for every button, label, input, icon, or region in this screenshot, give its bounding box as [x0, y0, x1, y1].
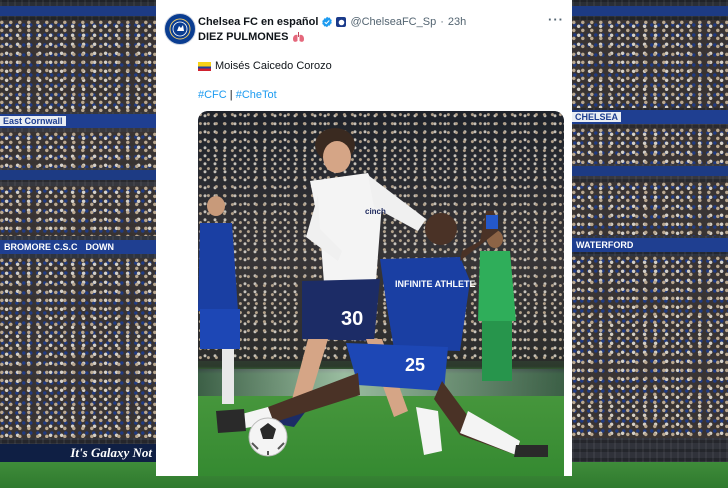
ecuador-flag-icon — [198, 61, 211, 71]
left-crowd-upper — [0, 20, 156, 112]
hashtag-chetot[interactable]: #CheTot — [236, 89, 277, 101]
left-roofline-2 — [0, 170, 156, 180]
right-crowd-upper — [572, 20, 728, 108]
lungs-icon — [293, 31, 305, 42]
right-board-1: CHELSEA — [572, 110, 728, 124]
left-crowd-lower — [0, 186, 156, 236]
match-action-illustration: cinch 30 INFINITE ATHLETE 25 — [198, 128, 548, 457]
left-stand: East Cornwall BROMORE C.S.C DOWN It's Gal… — [0, 0, 156, 488]
left-board-1: East Cornwall — [0, 114, 156, 128]
right-board-2: WATERFORD — [572, 238, 728, 252]
background-goalkeeper — [478, 230, 516, 381]
separator-dot: · — [440, 16, 444, 28]
tweet-text-line1: DIEZ PULMONES — [198, 31, 305, 43]
right-crowd-lower — [572, 182, 728, 236]
svg-text:INFINITE ATHLETE: INFINITE ATHLETE — [395, 279, 476, 289]
left-roofline — [0, 6, 156, 16]
hashtag-cfc[interactable]: #CFC — [198, 89, 227, 101]
svg-text:25: 25 — [405, 355, 425, 375]
svg-text:30: 30 — [341, 308, 363, 330]
left-board-2: BROMORE C.S.C DOWN — [0, 240, 156, 254]
affiliate-badge-icon — [336, 17, 347, 27]
right-roofline-2 — [572, 166, 728, 176]
tweet-time[interactable]: 23h — [448, 16, 466, 28]
tweet-text-line2: Moisés Caicedo Corozo — [198, 60, 332, 72]
right-crowd-bottom — [572, 256, 728, 438]
right-crowd-mid — [572, 128, 728, 164]
chelsea-crest-icon — [169, 18, 191, 40]
author-handle[interactable]: @ChelseaFC_Sp — [350, 16, 436, 28]
tweet-card[interactable]: Chelsea FC en español @ChelseaFC_Sp · 23… — [156, 0, 572, 476]
svg-text:cinch: cinch — [365, 207, 386, 216]
verified-badge-icon — [322, 16, 333, 28]
chelsea-crest-avatar[interactable] — [164, 13, 196, 45]
left-crowd-bottom — [0, 258, 156, 438]
football — [248, 417, 288, 457]
tweet-photo[interactable]: cinch 30 INFINITE ATHLETE 25 — [198, 111, 564, 476]
more-options-button[interactable]: ··· — [548, 12, 564, 27]
right-stand: CHELSEA WATERFORD It — [572, 0, 728, 488]
right-roofline — [572, 6, 728, 16]
background-player-left — [198, 196, 240, 404]
tweet-header: Chelsea FC en español @ChelseaFC_Sp · 23… — [198, 14, 564, 30]
author-name[interactable]: Chelsea FC en español — [198, 16, 318, 28]
tweet-hashtags: #CFC | #CheTot — [198, 89, 277, 101]
left-crowd-mid — [0, 132, 156, 168]
left-ad-board: It's Galaxy Not — [0, 444, 156, 462]
